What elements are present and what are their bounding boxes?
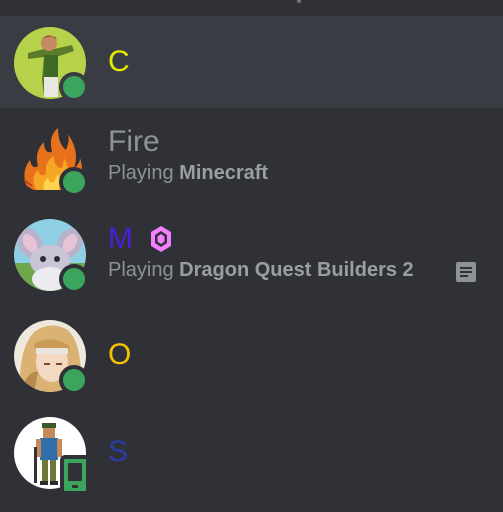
online-status-icon (59, 72, 89, 102)
member-name: Fire (108, 125, 160, 158)
online-status-icon (59, 264, 89, 294)
activity-prefix: Playing (108, 162, 174, 184)
rich-presence-icon[interactable] (456, 262, 476, 282)
header-fragment (297, 0, 301, 3)
avatar (14, 320, 89, 395)
avatar (14, 27, 89, 102)
activity-prefix: Playing (108, 259, 174, 281)
mobile-status-icon (60, 455, 90, 495)
member-name: M (108, 222, 133, 255)
member-list: C Fire Playing Minecraft M Playing Drago… (0, 0, 503, 512)
member-item-fire[interactable]: Fire Playing Minecraft (0, 111, 503, 203)
online-status-icon (59, 167, 89, 197)
member-name: S (108, 435, 129, 468)
section-header-strip (0, 0, 503, 16)
member-item-s[interactable]: S (0, 406, 503, 498)
avatar (14, 122, 89, 197)
activity-game: Dragon Quest Builders 2 (179, 259, 414, 281)
avatar (14, 417, 90, 495)
member-item-o[interactable]: O (0, 309, 503, 401)
online-status-icon (59, 365, 89, 395)
member-name: C (108, 45, 130, 78)
member-name: O (108, 338, 132, 371)
activity-game: Minecraft (179, 162, 269, 184)
avatar (14, 219, 89, 294)
member-activity: Playing Minecraft (108, 161, 268, 185)
member-item-m[interactable]: M Playing Dragon Quest Builders 2 (0, 208, 503, 300)
nitro-boost-icon (151, 226, 171, 252)
member-activity: Playing Dragon Quest Builders 2 (108, 258, 414, 282)
member-item-c[interactable]: C (0, 16, 503, 108)
